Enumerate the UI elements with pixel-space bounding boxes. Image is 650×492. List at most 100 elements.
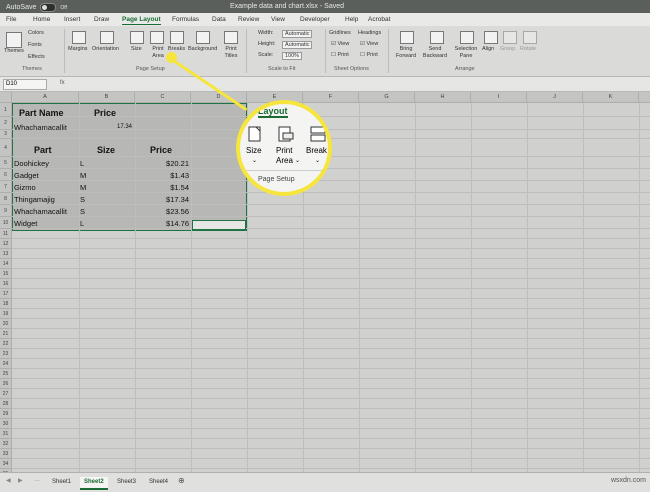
column-header[interactable]: G bbox=[359, 92, 415, 103]
align-button[interactable]: Align bbox=[482, 46, 494, 52]
chevron-left-icon[interactable]: ◀ bbox=[6, 477, 11, 484]
row-header[interactable]: 23 bbox=[0, 349, 12, 359]
autosave-area[interactable]: AutoSave Off bbox=[6, 3, 67, 12]
cell-a1[interactable]: Part Name bbox=[19, 108, 64, 118]
cell-size[interactable]: M bbox=[80, 171, 86, 180]
row-header[interactable]: 12 bbox=[0, 239, 12, 249]
size-icon[interactable] bbox=[130, 31, 144, 44]
cell-b4[interactable]: Size bbox=[97, 145, 115, 155]
row-header[interactable]: 2 bbox=[0, 117, 12, 130]
background-button[interactable]: Background bbox=[188, 46, 217, 52]
tab-view[interactable]: View bbox=[271, 16, 285, 23]
gridlines-print-checkbox[interactable]: ☐ Print bbox=[331, 52, 349, 58]
gridlines-view-checkbox[interactable]: ☑ View bbox=[331, 41, 349, 47]
tab-formulas[interactable]: Formulas bbox=[172, 16, 199, 23]
row-header[interactable]: 24 bbox=[0, 359, 12, 369]
tab-file[interactable]: File bbox=[6, 16, 16, 23]
tab-insert[interactable]: Insert bbox=[64, 16, 80, 23]
sheet-tab[interactable]: Sheet4 bbox=[145, 477, 172, 488]
selection-pane-button[interactable]: Selection Pane bbox=[452, 46, 480, 60]
cell-size[interactable]: S bbox=[80, 195, 85, 204]
row-header[interactable]: 13 bbox=[0, 249, 12, 259]
row-header[interactable]: 9 bbox=[0, 205, 12, 217]
row-header[interactable]: 10 bbox=[0, 217, 12, 229]
cell-a4[interactable]: Part bbox=[34, 145, 52, 155]
send-backward-icon[interactable] bbox=[430, 31, 444, 44]
ellipsis-icon[interactable]: … bbox=[34, 477, 40, 483]
cell-price[interactable]: $14.76 bbox=[146, 219, 189, 228]
row-header[interactable]: 1 bbox=[0, 103, 12, 117]
fonts-button[interactable]: Fonts bbox=[28, 42, 42, 48]
cell-price[interactable]: $20.21 bbox=[146, 159, 189, 168]
sheet-tab[interactable]: Sheet3 bbox=[113, 477, 140, 488]
tab-developer[interactable]: Developer bbox=[300, 16, 330, 23]
orientation-icon[interactable] bbox=[100, 31, 114, 44]
row-header[interactable]: 15 bbox=[0, 269, 12, 279]
tab-page-layout[interactable]: Page Layout bbox=[122, 16, 161, 25]
autosave-toggle[interactable] bbox=[40, 3, 57, 12]
cell-price[interactable]: $17.34 bbox=[146, 195, 189, 204]
row-header[interactable]: 16 bbox=[0, 279, 12, 289]
row-header[interactable]: 14 bbox=[0, 259, 12, 269]
cell-size[interactable]: L bbox=[80, 159, 84, 168]
headings-print-checkbox[interactable]: ☐ Print bbox=[360, 52, 378, 58]
margins-icon[interactable] bbox=[72, 31, 86, 44]
scale-input[interactable]: 100% bbox=[282, 52, 303, 60]
cell-c4[interactable]: Price bbox=[150, 145, 172, 155]
selection-pane-icon[interactable] bbox=[460, 31, 474, 44]
cell-b2[interactable]: 17.34 bbox=[117, 124, 132, 130]
orientation-button[interactable]: Orientation bbox=[92, 46, 119, 52]
row-header[interactable]: 19 bbox=[0, 309, 12, 319]
themes-icon[interactable] bbox=[6, 32, 22, 48]
effects-button[interactable]: Effects bbox=[28, 54, 45, 60]
column-header[interactable]: L bbox=[639, 92, 650, 103]
chevron-right-icon[interactable]: ▶ bbox=[18, 477, 23, 484]
row-header[interactable]: 18 bbox=[0, 299, 12, 309]
row-header[interactable]: 25 bbox=[0, 369, 12, 379]
bring-forward-button[interactable]: Bring Forward bbox=[393, 46, 419, 60]
row-header[interactable]: 33 bbox=[0, 449, 12, 459]
column-header[interactable]: I bbox=[471, 92, 527, 103]
cell-part[interactable]: Gadget bbox=[14, 171, 39, 180]
cell-price[interactable]: $23.56 bbox=[146, 207, 189, 216]
cell-price[interactable]: $1.54 bbox=[146, 183, 189, 192]
row-header[interactable]: 6 bbox=[0, 169, 12, 181]
row-header[interactable]: 29 bbox=[0, 409, 12, 419]
cell-size[interactable]: S bbox=[80, 207, 85, 216]
row-header[interactable]: 8 bbox=[0, 193, 12, 205]
column-header[interactable]: H bbox=[415, 92, 471, 103]
cell-size[interactable]: M bbox=[80, 183, 86, 192]
print-titles-button[interactable]: Print Titles bbox=[222, 46, 240, 60]
row-header[interactable]: 20 bbox=[0, 319, 12, 329]
active-cell-d10[interactable] bbox=[192, 220, 246, 230]
sheet-tab[interactable]: Sheet2 bbox=[80, 477, 108, 490]
height-select[interactable]: Automatic bbox=[282, 41, 313, 49]
tab-data[interactable]: Data bbox=[212, 16, 226, 23]
column-header[interactable]: K bbox=[583, 92, 639, 103]
row-header[interactable]: 21 bbox=[0, 329, 12, 339]
row-header[interactable]: 31 bbox=[0, 429, 12, 439]
themes-button[interactable]: Themes bbox=[4, 48, 24, 54]
rotate-icon[interactable] bbox=[523, 31, 537, 44]
row-header[interactable]: 5 bbox=[0, 157, 12, 169]
background-icon[interactable] bbox=[196, 31, 210, 44]
row-header[interactable]: 27 bbox=[0, 389, 12, 399]
width-select[interactable]: Automatic bbox=[282, 30, 313, 38]
cell-a2[interactable]: Whachamacallit bbox=[14, 123, 67, 132]
row-header[interactable]: 32 bbox=[0, 439, 12, 449]
tab-help[interactable]: Help bbox=[345, 16, 358, 23]
cell-part[interactable]: Doohickey bbox=[14, 159, 49, 168]
row-header[interactable]: 3 bbox=[0, 130, 12, 139]
align-icon[interactable] bbox=[484, 31, 498, 44]
size-button[interactable]: Size bbox=[131, 46, 142, 52]
name-box[interactable]: D10 bbox=[3, 79, 47, 90]
group-icon[interactable] bbox=[503, 31, 517, 44]
tab-draw[interactable]: Draw bbox=[94, 16, 109, 23]
colors-button[interactable]: Colors bbox=[28, 30, 44, 36]
cell-part[interactable]: Thingamajig bbox=[14, 195, 55, 204]
breaks-icon[interactable] bbox=[170, 31, 184, 44]
column-header[interactable]: C bbox=[135, 92, 191, 103]
cell-part[interactable]: Widget bbox=[14, 219, 37, 228]
tab-home[interactable]: Home bbox=[33, 16, 50, 23]
tab-review[interactable]: Review bbox=[238, 16, 259, 23]
